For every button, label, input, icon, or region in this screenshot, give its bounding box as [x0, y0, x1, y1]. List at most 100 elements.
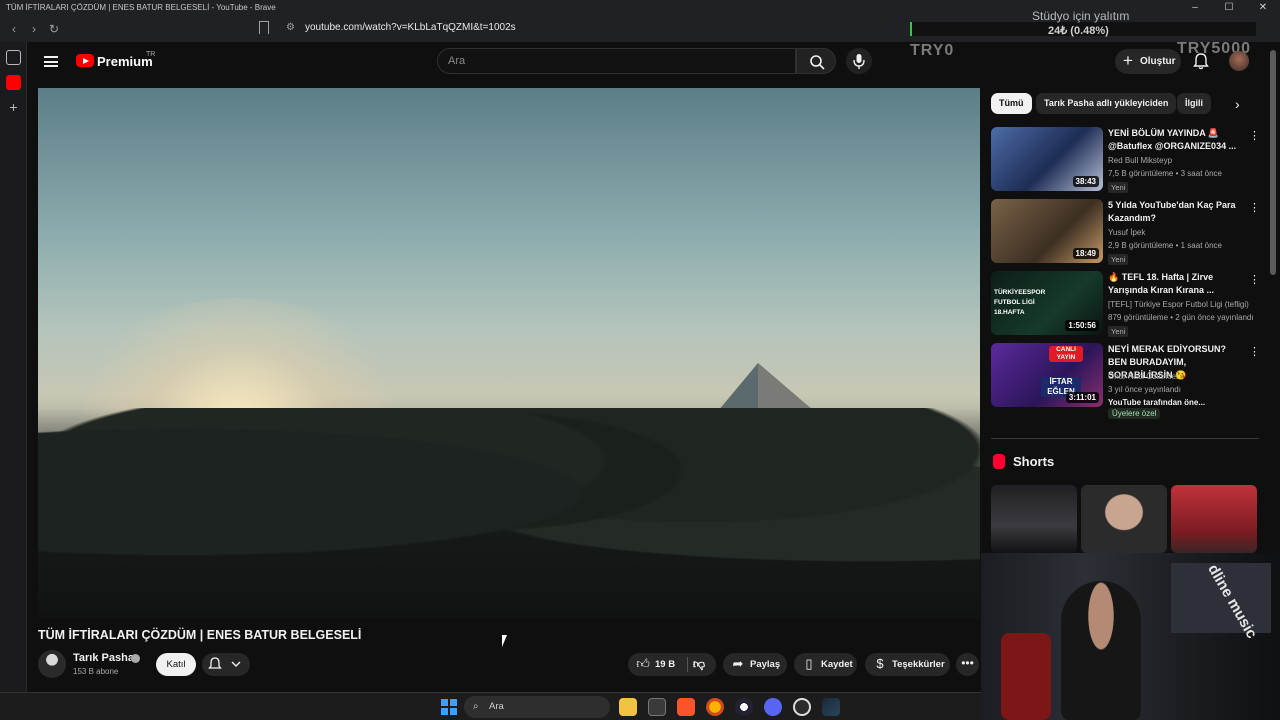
video-frame-trees: [38, 408, 980, 618]
video-player[interactable]: [38, 88, 980, 618]
save-button[interactable]: ▯ Kaydet: [794, 653, 857, 676]
join-button[interactable]: Katıl: [156, 653, 196, 676]
site-info-icon[interactable]: ⚙: [286, 22, 295, 33]
back-icon[interactable]: ‹: [5, 20, 23, 38]
verified-icon: [131, 654, 140, 663]
new-badge: Yeni: [1108, 254, 1129, 265]
menu-icon[interactable]: [44, 56, 58, 67]
more-actions-button[interactable]: •••: [956, 653, 979, 676]
account-avatar[interactable]: [1229, 51, 1249, 71]
recommendation-meta: 3 yıl önce yayınlandı: [1108, 385, 1181, 394]
donation-goal-title: Stüdyo için yalıtım: [1032, 9, 1130, 23]
new-badge: Yeni: [1108, 182, 1129, 193]
thumbs-down-icon[interactable]: 👎︎: [692, 657, 706, 671]
thumbnail-text: CANLI YAYIN: [1049, 346, 1083, 362]
webcam-overlay: dline music: [981, 553, 1280, 720]
window-controls: – ☐ ✕: [1178, 0, 1280, 16]
recommendation-item[interactable]: 38:43 YENİ BÖLÜM YAYINDA 🚨 @Batuflex @OR…: [991, 127, 1261, 197]
search-icon: ⌕: [473, 701, 479, 712]
recommendation-channel[interactable]: Yusuf İpek: [1108, 228, 1145, 237]
brave-browser-icon[interactable]: [677, 698, 695, 716]
share-button[interactable]: ➦ Paylaş: [723, 653, 787, 676]
webcam-chair: [1001, 633, 1051, 720]
more-vert-icon[interactable]: ⋮: [1249, 129, 1260, 142]
channel-name[interactable]: Tarık Pasha: [73, 652, 134, 664]
shorts-title: Shorts: [1013, 454, 1055, 469]
more-vert-icon[interactable]: ⋮: [1249, 345, 1260, 358]
recommendation-title[interactable]: 🔥 TEFL 18. Hafta | Zirve Yarışında Kıran…: [1108, 271, 1240, 297]
recommendation-channel[interactable]: Red Bull Miksteyp: [1108, 156, 1172, 165]
mouse-cursor: [502, 635, 507, 647]
chip-uploader[interactable]: Tarık Pasha adlı yükleyiciden: [1036, 93, 1177, 114]
firefox-icon[interactable]: [706, 698, 724, 716]
add-icon[interactable]: +: [6, 100, 21, 115]
bookmark-save-icon: ▯: [805, 656, 813, 671]
minimize-icon[interactable]: –: [1178, 0, 1212, 16]
sidebar-panel-icon[interactable]: [6, 50, 21, 65]
short-thumbnail[interactable]: [1081, 485, 1167, 553]
voice-search-button[interactable]: [846, 48, 872, 74]
reload-icon[interactable]: ↻: [45, 20, 63, 38]
video-duration: 18:49: [1072, 248, 1099, 259]
microphone-icon: [853, 54, 865, 69]
youtube-logo-icon[interactable]: [76, 54, 94, 67]
brand-label[interactable]: Premium: [97, 54, 153, 69]
subscriber-count: 153 B abone: [73, 667, 119, 676]
thanks-icon: $: [876, 656, 884, 671]
recommendation-channel[interactable]: [TEFL] Türkiye Espor Futbol Ligi (teflig…: [1108, 300, 1249, 309]
video-title: TÜM İFTİRALARI ÇÖZDÜM | ENES BATUR BELGE…: [38, 628, 362, 642]
new-badge: Yeni: [1108, 326, 1129, 337]
recommendation-item[interactable]: CANLI YAYIN İFTAR EĞLEN 3:11:01 NEYİ MER…: [991, 343, 1261, 419]
close-icon[interactable]: ✕: [1246, 0, 1280, 16]
maximize-icon[interactable]: ☐: [1212, 0, 1246, 16]
address-bar[interactable]: youtube.com/watch?v=KLbLaTqQZMI&t=1002s: [305, 22, 516, 33]
taskbar-search[interactable]: ⌕ Ara: [464, 696, 610, 718]
bell-icon: [208, 657, 241, 669]
chevron-right-icon[interactable]: ›: [1235, 96, 1240, 112]
store-icon[interactable]: [648, 698, 666, 716]
steam-icon[interactable]: [822, 698, 840, 716]
subscription-bell-button[interactable]: [202, 653, 250, 676]
scrollbar[interactable]: [1270, 50, 1276, 275]
recommendation-title[interactable]: 5 Yılda YouTube'dan Kaç Para Kazandım?: [1108, 199, 1240, 225]
recommendation-title[interactable]: YENİ BÖLÜM YAYINDA 🚨 @Batuflex @ORGANIZE…: [1108, 127, 1240, 153]
short-thumbnail[interactable]: [991, 485, 1077, 553]
webcam-person: [1061, 581, 1141, 720]
file-explorer-icon[interactable]: [619, 698, 637, 716]
share-icon: ➦: [732, 656, 744, 671]
youtube-tab-icon[interactable]: [6, 75, 21, 90]
video-thumbnail[interactable]: 38:43: [991, 127, 1103, 191]
recommendation-item[interactable]: 18:49 5 Yılda YouTube'dan Kaç Para Kazan…: [991, 199, 1261, 269]
discord-icon[interactable]: [764, 698, 782, 716]
more-vert-icon[interactable]: ⋮: [1249, 201, 1260, 214]
app-icon[interactable]: [793, 698, 811, 716]
members-only-badge: Üyelere özel: [1108, 408, 1161, 419]
recommendation-item[interactable]: TÜRKİYEESPOR FUTBOL LİGİ 18.HAFTA 1:50:5…: [991, 271, 1261, 341]
start-icon[interactable]: [441, 699, 457, 715]
recommendation-meta: 879 görüntüleme • 2 gün önce yayınlandı: [1108, 313, 1254, 322]
video-thumbnail[interactable]: 18:49: [991, 199, 1103, 263]
browser-sidebar: +: [0, 42, 27, 692]
notifications-icon[interactable]: [1193, 52, 1209, 70]
save-label: Kaydet: [821, 659, 853, 670]
video-thumbnail[interactable]: TÜRKİYEESPOR FUTBOL LİGİ 18.HAFTA 1:50:5…: [991, 271, 1103, 335]
video-thumbnail[interactable]: CANLI YAYIN İFTAR EĞLEN 3:11:01: [991, 343, 1103, 407]
bookmark-icon[interactable]: [259, 21, 269, 34]
search-input[interactable]: Ara: [437, 48, 796, 74]
thanks-button[interactable]: $ Teşekkürler: [865, 653, 950, 676]
obs-icon[interactable]: [735, 698, 753, 716]
video-duration: 38:43: [1072, 176, 1099, 187]
short-thumbnail[interactable]: [1171, 485, 1257, 553]
chip-all[interactable]: Tümü: [991, 93, 1032, 114]
forward-icon[interactable]: ›: [25, 20, 43, 38]
more-vert-icon[interactable]: ⋮: [1249, 273, 1260, 286]
shorts-icon: [993, 454, 1005, 469]
channel-avatar[interactable]: [38, 650, 66, 678]
section-divider: [991, 438, 1259, 439]
chip-related[interactable]: İlgili: [1177, 93, 1211, 114]
youtube-header: Premium TR Ara TRY0 TRY5000 Oluştur: [28, 40, 1280, 82]
create-button[interactable]: Oluştur: [1115, 48, 1181, 74]
search-button[interactable]: [796, 48, 836, 74]
like-button[interactable]: 👍︎ 19 B 👎︎: [628, 653, 716, 676]
recommendation-channel[interactable]: Onur Naci Öztürkler: [1108, 372, 1179, 381]
